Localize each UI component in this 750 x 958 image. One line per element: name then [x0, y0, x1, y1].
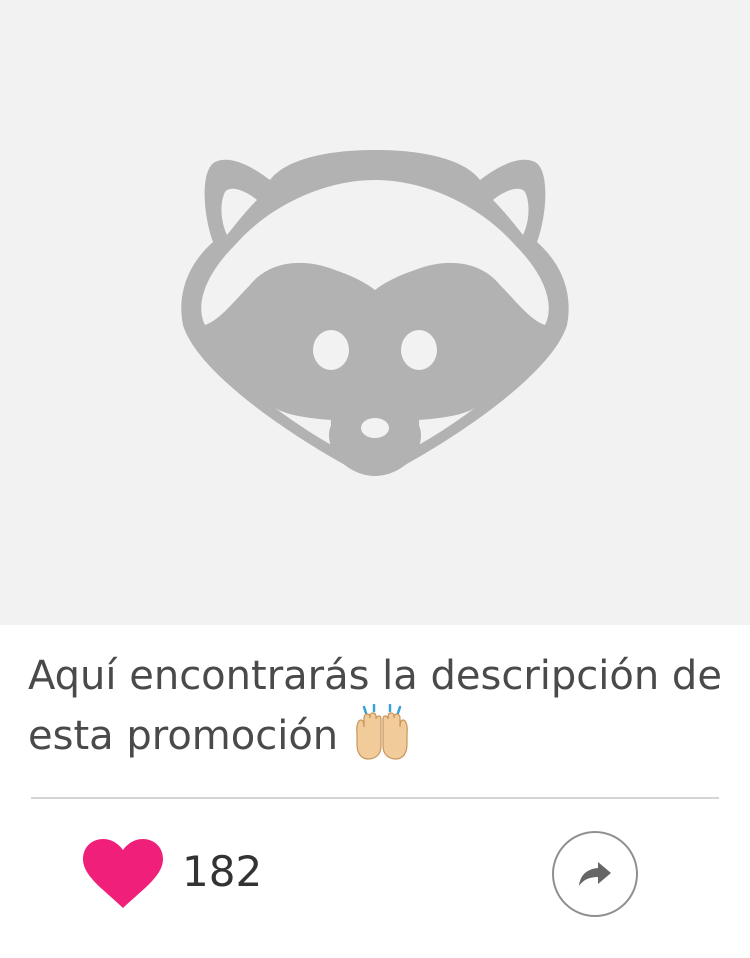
like-count: 182 [182, 847, 263, 896]
share-button[interactable] [552, 831, 638, 917]
promotion-description: Aquí encontrarás la descripción de esta … [28, 646, 728, 766]
raising-hands-emoji [352, 703, 412, 760]
share-arrow-icon [579, 862, 611, 886]
heart-icon [83, 839, 163, 908]
raccoon-icon [181, 150, 569, 476]
promotion-image-placeholder [0, 0, 750, 625]
like-button[interactable] [82, 838, 164, 910]
promotion-card: Aquí encontrarás la descripción de esta … [0, 0, 750, 958]
divider [31, 797, 719, 799]
